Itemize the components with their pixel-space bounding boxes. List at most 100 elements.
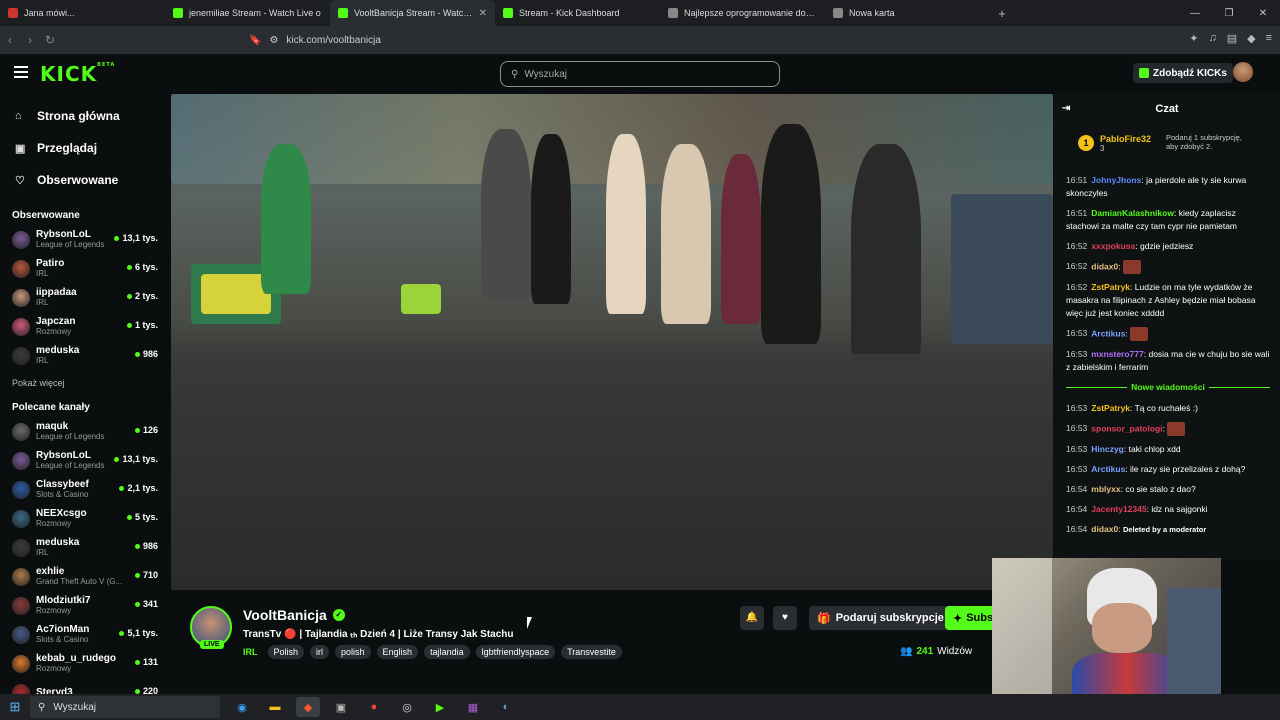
sidebar-icon[interactable]: ▤ bbox=[1227, 32, 1237, 45]
sidebar-nav-item[interactable]: ▣ Przeglądaj bbox=[15, 132, 170, 164]
browser-tab[interactable]: Jana mówi... bbox=[0, 0, 165, 26]
category-link[interactable]: IRL bbox=[243, 647, 258, 657]
channel-item[interactable]: maquk League of Legends 126 bbox=[0, 417, 170, 446]
close-window-icon[interactable]: ✕ bbox=[1246, 8, 1280, 19]
gift-subscription-button[interactable]: 🎁 Podaruj subskrypcje bbox=[809, 606, 952, 630]
back-icon[interactable]: ‹ bbox=[0, 33, 20, 47]
message-username[interactable]: DamianKalashnikow bbox=[1091, 208, 1174, 218]
channel-item[interactable]: RybsonLoL League of Legends 13,1 tys. bbox=[0, 225, 170, 254]
stream-tag[interactable]: English bbox=[376, 645, 419, 659]
minimize-icon[interactable]: — bbox=[1178, 8, 1212, 19]
music-icon[interactable]: ♫ bbox=[1208, 32, 1216, 45]
channel-item[interactable]: kebab_u_rudego Rozmowy 131 bbox=[0, 649, 170, 678]
follow-heart-button[interactable]: ♥ bbox=[773, 606, 797, 630]
kick-logo[interactable]: KICKBETA bbox=[40, 62, 115, 86]
notification-bell-button[interactable]: 🔔 bbox=[740, 606, 764, 630]
wallet-icon[interactable]: ◆ bbox=[1247, 32, 1255, 45]
url-text[interactable]: kick.com/vooltbanicja bbox=[286, 35, 380, 46]
streamer-name[interactable]: VooltBanicja bbox=[243, 607, 327, 623]
stream-tag[interactable]: Polish bbox=[267, 645, 305, 659]
message-username[interactable]: sponsor_patologi bbox=[1091, 423, 1162, 433]
channel-item[interactable]: meduska IRL 986 bbox=[0, 341, 170, 370]
message-text: co sie stalo z dao? bbox=[1125, 484, 1196, 494]
browser-tab[interactable]: jenemiliae Stream - Watch Live o bbox=[165, 0, 330, 26]
browser-toolbar: ✦ ♫ ▤ ◆ ≡ bbox=[1189, 32, 1272, 45]
gift-prompt[interactable]: Podaruj 1 subskrypcję, aby zdobyć 2. bbox=[1166, 133, 1246, 151]
sidebar-nav-label: Strona główna bbox=[37, 109, 120, 123]
sidebar-nav-item[interactable]: ⌂ Strona główna bbox=[15, 100, 170, 132]
show-more-link[interactable]: Pokaż więcej bbox=[0, 370, 170, 392]
followed-list: RybsonLoL League of Legends 13,1 tys. Patir… bbox=[0, 225, 170, 370]
channel-item[interactable]: Steryd3 220 bbox=[0, 678, 170, 694]
channel-avatar bbox=[12, 317, 30, 336]
channel-item[interactable]: Japczan Rozmowy 1 tys. bbox=[0, 312, 170, 341]
channel-item[interactable]: Patiro IRL 6 tys. bbox=[0, 254, 170, 283]
channel-viewers: 13,1 tys. bbox=[114, 454, 158, 464]
site-info-icon[interactable]: ⚙ bbox=[269, 35, 278, 46]
browser-tab[interactable]: Najlepsze oprogramowanie do ulepsz bbox=[660, 0, 825, 26]
channel-item[interactable]: iippadaa IRL 2 tys. bbox=[0, 283, 170, 312]
new-tab-button[interactable]: + bbox=[990, 6, 1014, 21]
hamburger-menu-icon[interactable] bbox=[14, 66, 28, 78]
stream-tag[interactable]: lgbtfriendlyspace bbox=[475, 645, 556, 659]
stream-tag[interactable]: Transvestite bbox=[561, 645, 622, 659]
channel-text: NEEXcsgo Rozmowy bbox=[36, 508, 87, 529]
message-username[interactable]: Hinczyg bbox=[1091, 444, 1124, 454]
channel-item[interactable]: NEEXcsgo Rozmowy 5 tys. bbox=[0, 504, 170, 533]
message-username[interactable]: Jacenty12345 bbox=[1091, 504, 1146, 514]
windows-start-icon[interactable]: ⊞ bbox=[0, 699, 30, 715]
channel-item[interactable]: meduska IRL 986 bbox=[0, 533, 170, 562]
browser-tab[interactable]: Stream - Kick Dashboard bbox=[495, 0, 660, 26]
message-username[interactable]: ZstPatryk bbox=[1091, 282, 1130, 292]
chrome-icon[interactable]: ● bbox=[362, 697, 386, 717]
message-username[interactable]: xxxpokusa bbox=[1091, 241, 1135, 251]
brave-icon[interactable]: ◆ bbox=[296, 697, 320, 717]
forward-icon[interactable]: › bbox=[20, 33, 40, 47]
user-avatar[interactable] bbox=[1233, 62, 1253, 82]
message-username[interactable]: mxnstero777 bbox=[1091, 349, 1143, 359]
browser-tab[interactable]: VooltBanicja Stream - Watch l ✕ bbox=[330, 0, 495, 26]
search-input[interactable]: ⚲ Wyszukaj bbox=[500, 61, 780, 87]
channel-item[interactable]: Mlodziutki7 Rozmowy 341 bbox=[0, 591, 170, 620]
menu-icon[interactable]: ≡ bbox=[1266, 32, 1272, 45]
reload-icon[interactable]: ↻ bbox=[40, 33, 60, 47]
stream-tag[interactable]: polish bbox=[335, 645, 371, 659]
play-icon[interactable]: ▶ bbox=[428, 697, 452, 717]
leader-username[interactable]: PabloFire32 bbox=[1100, 134, 1151, 144]
sidebar-nav-item[interactable]: ♡ Obserwowane bbox=[15, 164, 170, 196]
message-username[interactable]: didax0 bbox=[1091, 261, 1118, 271]
app-icon[interactable]: ▣ bbox=[329, 697, 353, 717]
tab-favicon-icon bbox=[338, 8, 348, 18]
message-username[interactable]: mblyxx bbox=[1091, 484, 1120, 494]
get-kicks-button[interactable]: Zdobądź KICKs bbox=[1133, 63, 1233, 83]
chat-app-icon[interactable]: ▦ bbox=[461, 697, 485, 717]
channel-item[interactable]: RybsonLoL League of Legends 13,1 tys. bbox=[0, 446, 170, 475]
channel-name: NEEXcsgo bbox=[36, 508, 87, 519]
tab-close-icon[interactable]: ✕ bbox=[479, 8, 487, 19]
message-username[interactable]: ZstPatryk bbox=[1091, 403, 1130, 413]
message-username[interactable]: didax0 bbox=[1091, 524, 1118, 534]
video-player[interactable] bbox=[171, 94, 1053, 590]
channel-name: exhlie bbox=[36, 566, 65, 577]
channel-item[interactable]: exhlie Grand Theft Auto V (G... 710 bbox=[0, 562, 170, 591]
channel-item[interactable]: Classybeef Slots & Casino 2,1 tys. bbox=[0, 475, 170, 504]
taskbar-search[interactable]: ⚲ Wyszukaj bbox=[30, 696, 220, 718]
restore-icon[interactable]: ❐ bbox=[1212, 8, 1246, 19]
message-username[interactable]: JohnyJhons bbox=[1091, 175, 1141, 185]
channel-item[interactable]: Ac7ionMan Slots & Casino 5,1 tys. bbox=[0, 620, 170, 649]
collapse-chat-icon[interactable]: ⇥ bbox=[1062, 103, 1070, 114]
stream-tag[interactable]: tajlandia bbox=[424, 645, 470, 659]
message-username[interactable]: Arctikus bbox=[1091, 328, 1125, 338]
chat-message: 16:53 mxnstero777: dosia ma cie w chuju b… bbox=[1066, 349, 1270, 372]
obs-icon[interactable]: ◎ bbox=[395, 697, 419, 717]
message-username[interactable]: Arctikus bbox=[1091, 464, 1125, 474]
message-text: Deleted by a moderator bbox=[1122, 525, 1207, 534]
bookmark-icon[interactable]: 🔖 bbox=[249, 35, 261, 46]
edge-icon[interactable]: ◉ bbox=[230, 697, 254, 717]
extensions-icon[interactable]: ✦ bbox=[1189, 32, 1198, 45]
url-field[interactable]: 🔖 ⚙ kick.com/vooltbanicja bbox=[245, 30, 995, 50]
browser-tab[interactable]: Nowa karta bbox=[825, 0, 990, 26]
stream-tag[interactable]: irl bbox=[310, 645, 330, 659]
steam-icon[interactable]: ◐ bbox=[494, 697, 518, 717]
folder-icon[interactable]: ▬ bbox=[263, 697, 287, 717]
